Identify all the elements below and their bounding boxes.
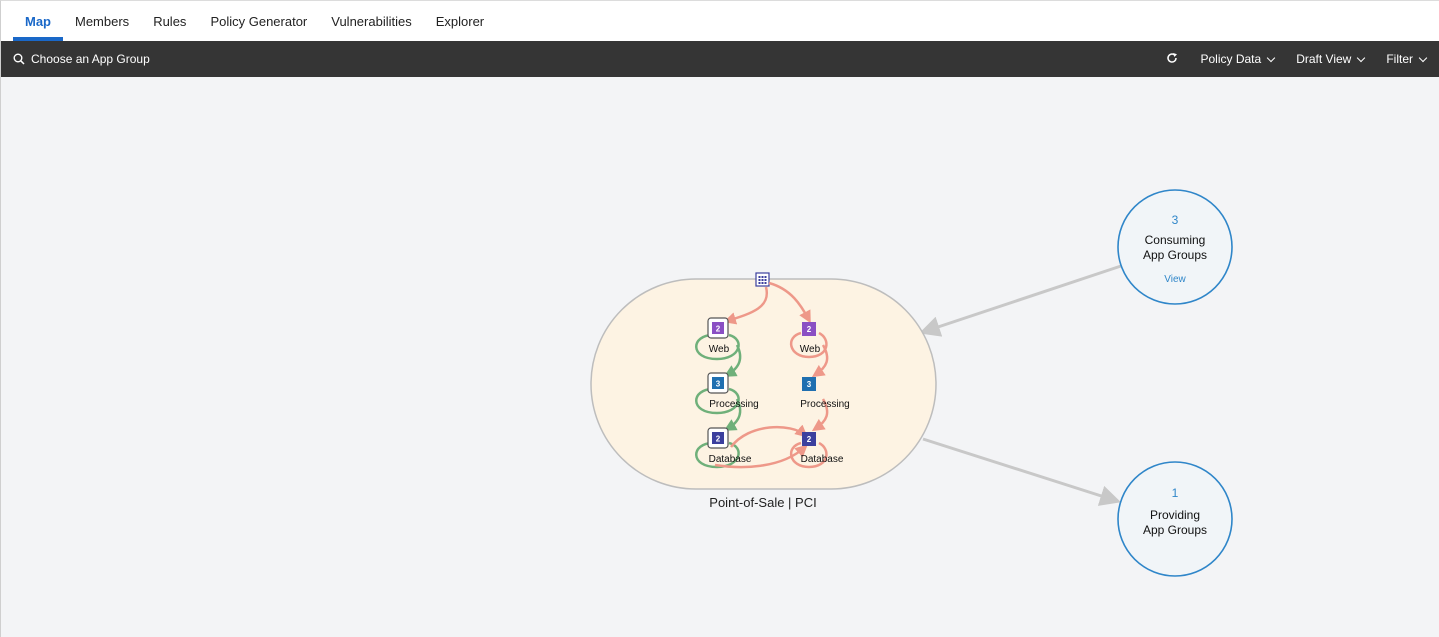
chevron-down-icon — [1418, 53, 1428, 62]
node-label: Database — [801, 454, 844, 465]
policy-data-dropdown[interactable]: Policy Data — [1200, 52, 1276, 66]
providing-label-line2: App Groups — [1143, 523, 1207, 537]
map-graph: Point-of-Sale | PCI 2 Web 3 Processing 2… — [590, 189, 1233, 577]
tab-explorer[interactable]: Explorer — [424, 1, 496, 41]
refresh-button[interactable] — [1166, 52, 1178, 67]
map-canvas[interactable]: Point-of-Sale | PCI 2 Web 3 Processing 2… — [1, 77, 1439, 637]
providing-connection — [922, 437, 1122, 506]
chevron-down-icon — [1357, 53, 1366, 62]
tab-policy-generator[interactable]: Policy Generator — [198, 1, 319, 41]
app-group-node[interactable] — [590, 278, 937, 490]
refresh-icon — [1166, 52, 1178, 67]
consuming-view-link[interactable]: View — [1164, 274, 1186, 285]
search-icon — [13, 53, 25, 65]
chevron-down-icon — [1266, 53, 1276, 62]
consuming-app-groups-node[interactable]: 3 Consuming App Groups View — [1117, 189, 1233, 305]
node-count: 2 — [807, 325, 812, 334]
providing-app-groups-node[interactable]: 1 Providing App Groups — [1117, 461, 1233, 577]
tab-vulnerabilities[interactable]: Vulnerabilities — [319, 1, 423, 41]
map-toolbar: Choose an App Group Policy Data Draft Vi… — [1, 41, 1439, 77]
consuming-label-line2: App Groups — [1143, 248, 1207, 262]
app-page: Map Members Rules Policy Generator Vulne… — [0, 0, 1439, 637]
node-label: Web — [709, 344, 730, 355]
node-count: 3 — [807, 380, 812, 389]
node-label: Processing — [800, 399, 849, 410]
node-count: 3 — [716, 380, 721, 389]
filter-dropdown[interactable]: Filter — [1386, 52, 1428, 66]
tab-map[interactable]: Map — [13, 1, 63, 41]
providing-label-line1: Providing — [1150, 508, 1200, 522]
filter-label: Filter — [1386, 52, 1413, 66]
node-count: 2 — [716, 435, 721, 444]
tab-rules[interactable]: Rules — [141, 1, 198, 41]
consuming-connection — [919, 264, 1122, 337]
app-group-search[interactable]: Choose an App Group — [1, 52, 150, 66]
node-label: Database — [709, 454, 752, 465]
providing-count: 1 — [1172, 486, 1179, 500]
draft-view-dropdown[interactable]: Draft View — [1296, 52, 1366, 66]
ip-list-icon[interactable] — [755, 272, 770, 287]
node-label: Web — [800, 344, 821, 355]
tab-bar: Map Members Rules Policy Generator Vulne… — [1, 1, 1439, 41]
consuming-count: 3 — [1172, 213, 1179, 227]
app-group-label: Point-of-Sale | PCI — [709, 495, 816, 510]
consuming-label-line1: Consuming — [1145, 233, 1206, 247]
tab-members[interactable]: Members — [63, 1, 141, 41]
policy-data-label: Policy Data — [1200, 52, 1262, 66]
search-label: Choose an App Group — [31, 52, 150, 66]
draft-view-label: Draft View — [1296, 52, 1352, 66]
node-label: Processing — [709, 399, 758, 410]
node-count: 2 — [807, 435, 812, 444]
node-web-left[interactable]: 2 Web — [707, 317, 730, 355]
toolbar-actions: Policy Data Draft View Filter — [1166, 52, 1439, 67]
node-count: 2 — [716, 325, 721, 334]
